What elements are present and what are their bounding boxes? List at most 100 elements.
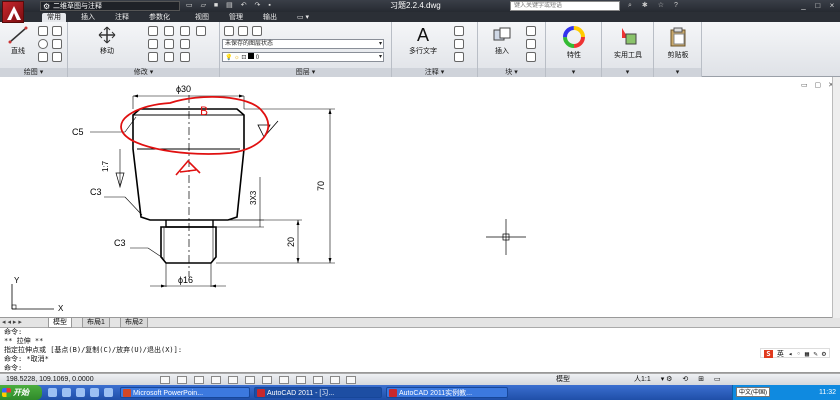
draw-panel-title[interactable]: 绘图 ▾ [0,68,67,77]
ime-toolbar[interactable]: S 英 ◂ ◦ ▦ ✎ ⚙ [760,348,830,358]
array-icon[interactable] [180,52,190,62]
tab-parametric[interactable]: 参数化 [144,13,175,22]
autocad-logo-icon[interactable] [2,1,24,23]
polar-icon[interactable] [210,376,221,384]
dyn-icon[interactable] [278,376,289,384]
ducs-icon[interactable] [261,376,272,384]
annotation-monitor-icon[interactable] [346,376,357,384]
star-icon[interactable]: ☆ [658,2,664,9]
tab-manage[interactable]: 管理 [224,13,248,22]
erase-icon[interactable] [180,26,190,36]
tab-insert[interactable]: 插入 [76,13,100,22]
quicklaunch-icon[interactable] [61,388,71,397]
layer-isolate-icon[interactable] [252,26,262,36]
close-button[interactable]: × [826,0,838,12]
rectangle-icon[interactable] [52,26,62,36]
task-autocad-tutorial[interactable]: AutoCAD 2011实例教... [386,387,508,398]
snap-mode-icon[interactable] [160,376,170,384]
ortho-icon[interactable] [193,376,204,384]
layer-off-icon[interactable] [238,26,248,36]
layout-nav-arrows[interactable]: ◂ ◂ ▸ ▸ [2,318,22,328]
ime-punctuation-icon[interactable]: ◂ ◦ ▦ ✎ ⚙ [788,350,826,358]
tab-view[interactable]: 视图 [190,13,214,22]
new-file-icon[interactable]: ▭ [186,2,193,9]
quicklaunch-icon[interactable] [75,388,85,397]
stretch-icon[interactable] [148,52,158,62]
arc-icon[interactable] [38,52,48,62]
print-icon[interactable]: ▤ [226,2,233,9]
dimension-icon[interactable] [454,26,464,36]
move-button[interactable]: 移动 [92,26,122,56]
properties-icon[interactable]: ▪ [268,2,270,9]
undo-icon[interactable]: ↶ [241,2,247,9]
annotation-visibility-icon[interactable]: ▾ ⚙ [661,376,673,383]
utilities-panel-dropdown[interactable]: ▾ [602,68,653,77]
copy-icon[interactable] [148,39,158,49]
redo-icon[interactable]: ↷ [255,2,261,9]
open-file-icon[interactable]: ▱ [201,2,206,9]
trim-icon[interactable] [164,26,174,36]
properties-button[interactable]: 特性 [552,26,596,60]
search-input[interactable]: 键入关键字或短语 [510,1,620,11]
clipboard-button[interactable]: 剪贴板 [658,26,698,60]
subscription-icon[interactable]: ✱ [642,2,648,9]
minimize-button[interactable]: _ [798,0,810,12]
lock-ui-icon[interactable]: ⊞ [698,376,704,383]
modify-panel-title[interactable]: 修改 ▾ [68,68,219,77]
leader-icon[interactable] [454,39,464,49]
ribbon-toggle-icon[interactable]: ▭ ▾ [292,13,314,22]
quicklaunch-icon[interactable] [89,388,99,397]
tab-layout1[interactable]: 布局1 [82,318,110,328]
table-icon[interactable] [454,52,464,62]
help-icon[interactable]: ? [674,2,678,9]
properties-panel-dropdown[interactable]: ▾ [546,68,601,77]
layers-panel-title[interactable]: 图层 ▾ [220,68,391,77]
start-button[interactable]: 开始 [0,385,42,400]
insert-block-button[interactable]: 插入 [484,26,520,56]
quicklaunch-icon[interactable] [103,388,113,397]
search-icon[interactable]: ⌕ [628,2,632,9]
layer-state-dropdown[interactable]: 未保存的图层状态 ▾ [222,39,384,49]
clock[interactable]: 11:32 [819,385,836,400]
block-panel-title[interactable]: 块 ▾ [478,68,545,77]
circle-icon[interactable] [38,39,48,49]
edit-block-icon[interactable] [526,39,536,49]
layer-properties-icon[interactable] [224,26,234,36]
tab-layout2[interactable]: 布局2 [120,318,148,328]
clipboard-panel-dropdown[interactable]: ▾ [654,68,701,77]
save-icon[interactable]: ■ [214,2,218,9]
tab-model[interactable]: 模型 [48,318,72,328]
task-autocad-active[interactable]: AutoCAD 2011 - [习... [254,387,382,398]
maximize-button[interactable]: □ [812,0,824,12]
hatch-icon[interactable] [52,39,62,49]
task-powerpoint[interactable]: Microsoft PowerPoin... [120,387,250,398]
rotate-icon[interactable] [148,26,158,36]
grid-icon[interactable] [176,376,187,384]
model-space-button[interactable]: 模型 [556,375,570,385]
create-block-icon[interactable] [526,26,536,36]
scale-icon[interactable] [164,52,174,62]
osnap-icon[interactable] [227,376,238,384]
polyline-icon[interactable] [38,26,48,36]
vertical-scrollbar[interactable] [832,77,840,318]
workspace-switch-icon[interactable]: ⟲ [682,376,688,383]
tab-home[interactable]: 常用 [42,13,66,22]
language-indicator[interactable]: 中文(中国) [736,387,770,397]
mirror-icon[interactable] [164,39,174,49]
gradient-icon[interactable] [52,52,62,62]
workspace-dropdown[interactable]: ⚙ 二维草图与注释 [40,1,180,11]
ime-language[interactable]: 英 [777,350,784,358]
mtext-button[interactable]: A 多行文字 [398,26,448,56]
offset-icon[interactable] [196,26,206,36]
otrack-icon[interactable] [244,376,255,384]
coordinate-readout[interactable]: 198.5228, 109.1069, 0.0000 [6,375,94,385]
line-button[interactable]: 直线 [4,26,32,56]
command-input[interactable]: 命令: [4,364,22,373]
current-layer-dropdown[interactable]: 💡 ☼ ⊡ 0 ▾ [222,52,384,62]
explode-icon[interactable] [180,39,190,49]
command-window[interactable]: 命令: ** 拉伸 ** 指定拉伸点或 [基点(B)/复制(C)/放弃(U)/退… [0,328,840,373]
drawing-canvas[interactable]: ▭ ▢ ✕ ϕ30 ϕ16 70 [0,77,840,318]
tab-output[interactable]: 输出 [258,13,282,22]
quicklaunch-icon[interactable] [48,388,57,397]
annotation-scale[interactable]: 人1:1 [634,376,651,383]
